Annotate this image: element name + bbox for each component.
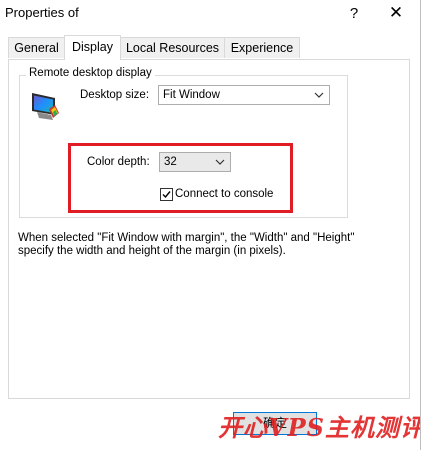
chevron-down-icon [314, 92, 324, 98]
info-text-line-1: When selected "Fit Window with margin", … [18, 232, 355, 244]
info-text: When selected "Fit Window with margin", … [18, 232, 358, 258]
window-title: Properties of [5, 5, 79, 20]
highlight-box [68, 143, 293, 213]
desktop-size-select[interactable]: Fit Window [158, 85, 330, 105]
tab-display[interactable]: Display [64, 35, 121, 60]
ok-button[interactable]: 确定 [233, 412, 317, 435]
tab-experience[interactable]: Experience [224, 37, 300, 58]
monitor-icon [32, 93, 59, 120]
tab-general[interactable]: General [8, 37, 65, 58]
groupbox-legend: Remote desktop display [26, 67, 155, 79]
help-icon[interactable]: ? [340, 2, 368, 24]
tab-local-resources[interactable]: Local Resources [120, 37, 225, 58]
close-icon[interactable]: ✕ [382, 2, 410, 24]
info-text-line-2: specify the width and height of the marg… [18, 245, 286, 257]
desktop-size-value: Fit Window [163, 89, 220, 101]
desktop-size-label: Desktop size: [80, 89, 150, 101]
